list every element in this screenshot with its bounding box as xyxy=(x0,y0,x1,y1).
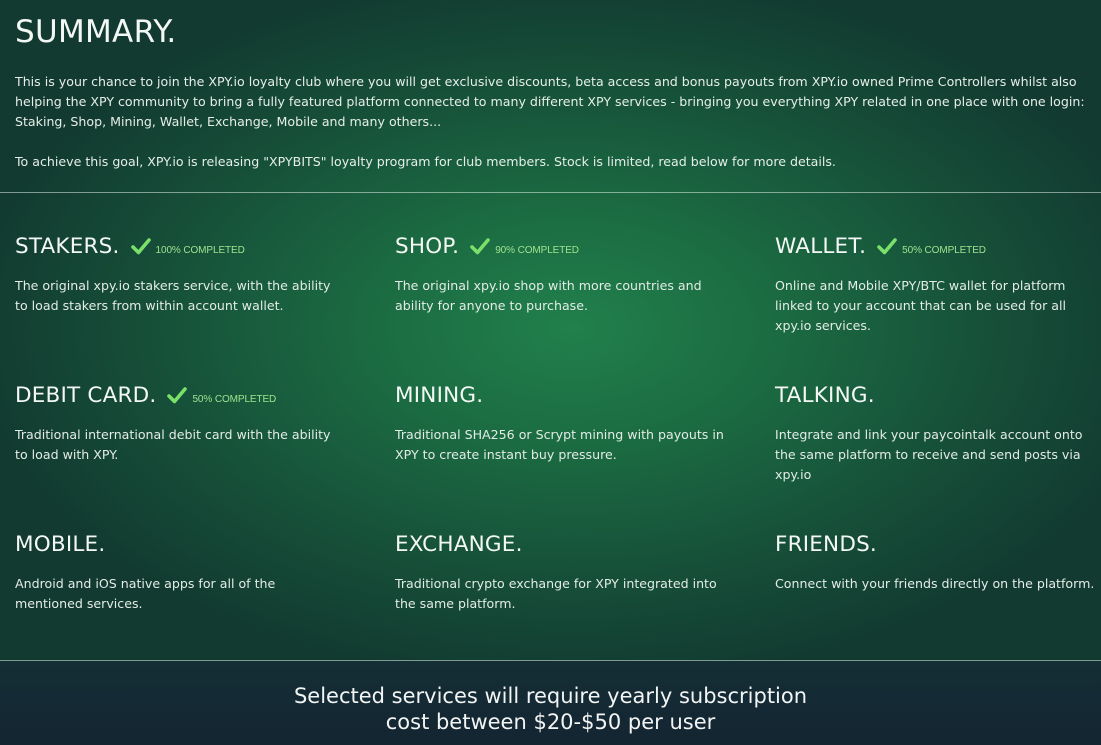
service-description: Android and iOS native apps for all of t… xyxy=(15,576,276,611)
service-title: STAKERS. xyxy=(15,234,120,259)
status-badge: 50% COMPLETED xyxy=(902,245,986,256)
service-description: Traditional international debit card wit… xyxy=(15,427,331,462)
service-title: TALKING. xyxy=(775,383,875,408)
service-title: MINING. xyxy=(395,383,484,408)
service-debit-card: DEBIT CARD. 50% COMPLETED Traditional in… xyxy=(15,383,345,465)
service-title: DEBIT CARD. xyxy=(15,383,157,408)
service-talking: TALKING. Integrate and link your paycoin… xyxy=(775,383,1101,485)
subscription-notice: Selected services will require yearly su… xyxy=(0,683,1101,735)
service-description: Integrate and link your paycointalk acco… xyxy=(775,427,1083,482)
service-title: SHOP. xyxy=(395,234,460,259)
summary-paragraph-intro: This is your chance to join the XPY.io l… xyxy=(15,74,1085,129)
service-exchange: EXCHANGE. Traditional crypto exchange fo… xyxy=(395,532,725,614)
service-description: Traditional SHA256 or Scrypt mining with… xyxy=(395,427,724,462)
service-mining: MINING. Traditional SHA256 or Scrypt min… xyxy=(395,383,725,465)
check-icon xyxy=(130,238,151,255)
service-friends: FRIENDS. Connect with your friends direc… xyxy=(775,532,1101,594)
top-divider xyxy=(0,192,1101,193)
service-title: WALLET. xyxy=(775,234,867,259)
service-description: The original xpy.io shop with more count… xyxy=(395,278,702,313)
service-wallet: WALLET. 50% COMPLETED Online and Mobile … xyxy=(775,234,1101,336)
service-shop: SHOP. 90% COMPLETED The original xpy.io … xyxy=(395,234,725,316)
service-description: Connect with your friends directly on th… xyxy=(775,576,1095,591)
subscription-footer: Selected services will require yearly su… xyxy=(0,661,1101,745)
summary-paragraph-goal: To achieve this goal, XPY.io is releasin… xyxy=(15,154,836,169)
service-mobile: MOBILE. Android and iOS native apps for … xyxy=(15,532,345,614)
check-icon xyxy=(877,238,897,255)
service-description: Online and Mobile XPY/BTC wallet for pla… xyxy=(775,278,1066,333)
status-badge: 50% COMPLETED xyxy=(192,394,277,405)
check-icon xyxy=(470,238,491,255)
service-stakers: STAKERS. 100% COMPLETED The original xpy… xyxy=(15,234,345,316)
subscription-notice-line: cost between $20-$50 per user xyxy=(385,710,716,734)
service-title: EXCHANGE. xyxy=(395,532,523,557)
service-title: MOBILE. xyxy=(15,532,106,557)
service-description: The original xpy.io stakers service, wit… xyxy=(15,278,331,313)
subscription-notice-line: Selected services will require yearly su… xyxy=(293,684,808,708)
status-badge: 100% COMPLETED xyxy=(155,245,245,256)
check-icon xyxy=(167,387,188,404)
status-badge: 90% COMPLETED xyxy=(495,245,579,256)
service-title: FRIENDS. xyxy=(775,532,877,557)
service-description: Traditional crypto exchange for XPY inte… xyxy=(395,576,717,611)
summary-title: SUMMARY. xyxy=(15,14,177,50)
